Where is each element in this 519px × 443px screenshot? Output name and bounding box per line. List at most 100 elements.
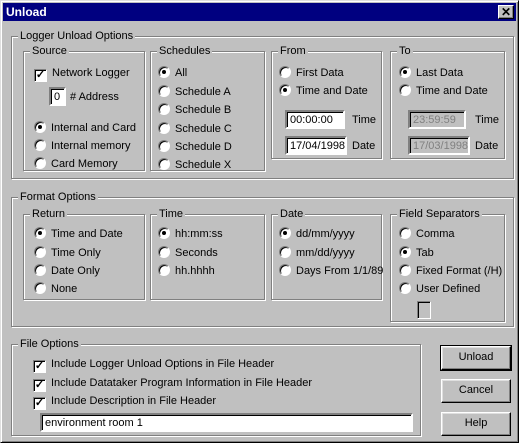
- from-time-and-date-radio[interactable]: Time and Date: [279, 83, 368, 99]
- network-logger-check-icon[interactable]: ✓: [34, 69, 47, 82]
- to-time-input[interactable]: 23:59:59: [408, 110, 466, 129]
- return-group: Return Time and Date Time Only Date Only…: [23, 208, 145, 300]
- cancel-button[interactable]: Cancel: [441, 379, 511, 403]
- return-none-radio[interactable]: None: [34, 281, 77, 297]
- return-legend: Return: [30, 208, 68, 221]
- from-group: From First Data Time and Date 00:00:00 T…: [271, 45, 382, 159]
- address-input[interactable]: 0: [49, 87, 66, 106]
- radio-selected-icon[interactable]: [399, 246, 411, 258]
- separator-tab-radio[interactable]: Tab: [399, 245, 434, 261]
- source-internal-and-card-radio[interactable]: Internal and Card: [34, 120, 136, 136]
- return-time-and-date-radio[interactable]: Time and Date: [34, 226, 123, 242]
- separator-fixed-format-radio[interactable]: Fixed Format (/H): [399, 263, 502, 279]
- file-options-legend: File Options: [18, 338, 81, 351]
- time-format-legend: Time: [157, 208, 186, 221]
- return-time-only-radio[interactable]: Time Only: [34, 245, 101, 261]
- radio-icon[interactable]: [34, 139, 46, 151]
- radio-icon[interactable]: [279, 66, 291, 78]
- radio-selected-icon[interactable]: [34, 227, 46, 239]
- unload-button[interactable]: Unload: [440, 345, 512, 371]
- radio-icon[interactable]: [399, 227, 411, 239]
- from-first-data-radio[interactable]: First Data: [279, 65, 344, 81]
- from-time-input[interactable]: 00:00:00: [285, 110, 345, 129]
- schedule-all-radio[interactable]: All: [158, 65, 187, 81]
- date-ddmmyyyy-radio[interactable]: dd/mm/yyyy: [279, 226, 355, 242]
- include-program-info-checkbox[interactable]: ✓ Include Datataker Program Information i…: [33, 375, 312, 392]
- from-date-input[interactable]: 17/04/1998: [285, 136, 347, 155]
- radio-icon[interactable]: [399, 264, 411, 276]
- description-input[interactable]: environment room 1: [40, 413, 413, 432]
- field-separators-group: Field Separators Comma Tab Fixed Format …: [390, 208, 505, 322]
- to-date-label: Date: [475, 140, 499, 152]
- from-legend: From: [278, 45, 308, 58]
- close-button[interactable]: ✕: [498, 5, 514, 19]
- checkbox-checked-icon[interactable]: ✓: [33, 360, 46, 373]
- field-separators-legend: Field Separators: [397, 208, 482, 221]
- to-legend: To: [397, 45, 413, 58]
- address-label: # Address: [70, 91, 119, 103]
- time-format-group: Time hh:mm:ss Seconds hh.hhhh: [150, 208, 265, 300]
- checkbox-checked-icon[interactable]: ✓: [33, 397, 46, 410]
- radio-icon[interactable]: [279, 264, 291, 276]
- time-hhhhhh-radio[interactable]: hh.hhhh: [158, 263, 215, 279]
- radio-icon[interactable]: [399, 84, 411, 96]
- radio-icon[interactable]: [158, 264, 170, 276]
- to-last-data-radio[interactable]: Last Data: [399, 65, 463, 81]
- radio-icon[interactable]: [158, 158, 170, 170]
- from-date-label: Date: [352, 140, 376, 152]
- source-group: Source ✓ Network Logger 0 # Address Inter…: [23, 45, 145, 172]
- date-mmddyyyy-radio[interactable]: mm/dd/yyyy: [279, 245, 355, 261]
- radio-selected-icon[interactable]: [34, 121, 46, 133]
- radio-icon[interactable]: [158, 246, 170, 258]
- radio-icon[interactable]: [34, 246, 46, 258]
- radio-icon[interactable]: [399, 282, 411, 294]
- format-options-group: Format Options Return Time and Date Time…: [11, 191, 514, 327]
- to-time-and-date-radio[interactable]: Time and Date: [399, 83, 488, 99]
- to-date-input[interactable]: 17/03/1998: [408, 136, 470, 155]
- radio-icon[interactable]: [279, 246, 291, 258]
- to-time-label: Time: [475, 114, 500, 126]
- schedules-group: Schedules All Schedule A Schedule B Sche…: [150, 45, 265, 173]
- radio-icon[interactable]: [158, 85, 170, 97]
- radio-selected-icon[interactable]: [399, 66, 411, 78]
- radio-selected-icon[interactable]: [279, 227, 291, 239]
- checkbox-checked-icon[interactable]: ✓: [33, 379, 46, 392]
- source-card-memory-radio[interactable]: Card Memory: [34, 156, 118, 172]
- radio-icon[interactable]: [158, 103, 170, 115]
- return-date-only-radio[interactable]: Date Only: [34, 263, 100, 279]
- radio-icon[interactable]: [34, 282, 46, 294]
- time-hhmmss-radio[interactable]: hh:mm:ss: [158, 226, 223, 242]
- radio-selected-icon[interactable]: [158, 66, 170, 78]
- logger-unload-options-legend: Logger Unload Options: [18, 30, 136, 43]
- title-bar: Unload ✕: [3, 3, 516, 21]
- schedule-c-radio[interactable]: Schedule C: [158, 121, 232, 137]
- schedule-a-radio[interactable]: Schedule A: [158, 84, 231, 100]
- time-seconds-radio[interactable]: Seconds: [158, 245, 218, 261]
- radio-icon[interactable]: [158, 122, 170, 134]
- schedule-d-radio[interactable]: Schedule D: [158, 139, 232, 155]
- file-options-group: File Options ✓ Include Logger Unload Opti…: [11, 338, 421, 436]
- include-unload-options-checkbox[interactable]: ✓ Include Logger Unload Options in File H…: [33, 356, 274, 373]
- radio-selected-icon[interactable]: [279, 84, 291, 96]
- window-title: Unload: [6, 5, 47, 19]
- source-internal-memory-radio[interactable]: Internal memory: [34, 138, 130, 154]
- radio-selected-icon[interactable]: [158, 227, 170, 239]
- schedule-x-radio[interactable]: Schedule X: [158, 157, 231, 173]
- date-days-from-radio[interactable]: Days From 1/1/89: [279, 263, 383, 279]
- to-group: To Last Data Time and Date 23:59:59 Time…: [390, 45, 505, 159]
- from-time-label: Time: [352, 114, 377, 126]
- separator-user-defined-radio[interactable]: User Defined: [399, 281, 480, 297]
- include-description-checkbox[interactable]: ✓ Include Description in File Header: [33, 393, 216, 410]
- radio-icon[interactable]: [34, 157, 46, 169]
- radio-icon[interactable]: [158, 140, 170, 152]
- help-button[interactable]: Help: [441, 412, 511, 436]
- source-legend: Source: [30, 45, 69, 58]
- format-options-legend: Format Options: [18, 191, 98, 204]
- logger-unload-options-group: Logger Unload Options Source ✓ Network Lo…: [11, 30, 514, 179]
- network-logger-checkbox[interactable]: ✓ Network Logger: [34, 65, 130, 82]
- schedule-b-radio[interactable]: Schedule B: [158, 102, 231, 118]
- separator-comma-radio[interactable]: Comma: [399, 226, 455, 242]
- user-defined-separator-input[interactable]: [417, 301, 431, 319]
- schedules-legend: Schedules: [157, 45, 213, 58]
- radio-icon[interactable]: [34, 264, 46, 276]
